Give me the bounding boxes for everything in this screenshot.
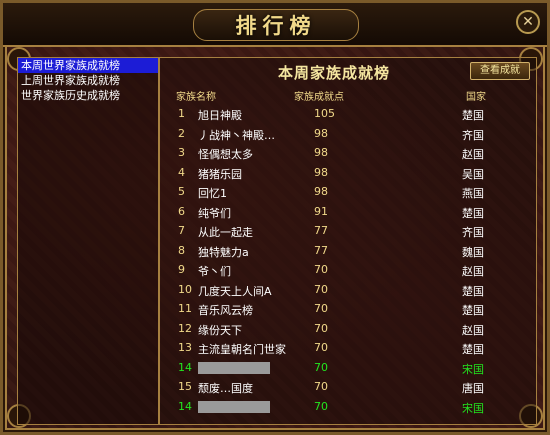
points-cell: 70: [314, 302, 328, 315]
country-cell: 楚国: [462, 109, 484, 122]
country-cell: 吴国: [462, 167, 484, 181]
family-name-cell: 独特魅力a: [198, 245, 249, 259]
rank-cell: 4: [178, 165, 185, 179]
window-title: 排行榜: [235, 14, 317, 38]
rank-cell: 7: [178, 224, 185, 237]
rank-cell: 15: [178, 380, 192, 393]
country-cell: 齐国: [462, 226, 484, 239]
panel-title: 本周家族成就榜: [278, 64, 391, 82]
family-name-cell: 怪偶想太多: [198, 148, 253, 161]
table-row[interactable]: 8 独特魅力a 77 魏国: [160, 242, 536, 261]
family-name-cell: 猪猪乐园: [198, 167, 242, 181]
points-cell: 70: [314, 263, 328, 276]
header-achievement-points: 家族成就点: [294, 92, 344, 103]
ranking-list-nav: 本周世界家族成就榜 上周世界家族成就榜 世界家族历史成就榜: [17, 57, 159, 425]
nav-item-last-week[interactable]: 上周世界家族成就榜: [18, 73, 158, 88]
points-cell: 77: [314, 243, 328, 257]
table-row[interactable]: 12 缘份天下 70 赵国: [160, 320, 536, 339]
family-name-cell: 缘份天下: [198, 323, 242, 337]
rank-cell: 12: [178, 321, 192, 335]
country-cell: 宋国: [462, 401, 484, 415]
country-cell: 楚国: [462, 284, 484, 298]
view-achievements-button[interactable]: 查看成就: [470, 62, 530, 80]
country-cell: 楚国: [462, 206, 484, 220]
table-row[interactable]: 4 猪猪乐园 98 吴国: [160, 164, 536, 183]
rank-cell: 1: [178, 107, 185, 120]
title-bar: 排行榜 ✕: [3, 3, 547, 47]
rank-cell: 11: [178, 302, 192, 315]
table-row[interactable]: 1 旭日神殿 105 楚国: [160, 105, 536, 124]
family-name-cell: 回忆1: [198, 187, 227, 200]
table-row[interactable]: 14 70 宋国: [160, 398, 536, 417]
points-cell: 70: [314, 360, 328, 374]
table-row[interactable]: 3 怪偶想太多 98 赵国: [160, 144, 536, 163]
family-name-cell: 纯爷们: [198, 206, 231, 220]
country-cell: 赵国: [462, 265, 484, 278]
points-cell: 91: [314, 204, 328, 218]
points-cell: 98: [314, 126, 328, 140]
nav-item-this-week[interactable]: 本周世界家族成就榜: [18, 58, 158, 73]
family-name-cell: 从此一起走: [198, 226, 253, 239]
country-cell: 燕国: [462, 187, 484, 200]
country-cell: 楚国: [462, 343, 484, 356]
header-country: 国家: [466, 92, 486, 103]
family-name-cell: 几度天上人间A: [198, 284, 272, 298]
table-row[interactable]: 11 音乐风云榜 70 楚国: [160, 300, 536, 319]
rank-cell: 14: [178, 399, 192, 413]
family-name-cell: 音乐风云榜: [198, 304, 253, 317]
rank-cell: 13: [178, 341, 192, 354]
country-cell: 魏国: [462, 245, 484, 259]
points-cell: 70: [314, 399, 328, 413]
rank-cell: 14: [178, 360, 192, 374]
header-family-name: 家族名称: [176, 92, 216, 103]
points-cell: 98: [314, 165, 328, 179]
title-plate: 排行榜: [193, 9, 359, 41]
redacted-name-block: [198, 400, 270, 413]
rank-cell: 5: [178, 185, 185, 198]
family-name-cell: 旭日神殿: [198, 109, 242, 122]
table-row[interactable]: 14 70 宋国: [160, 359, 536, 378]
ranking-panel: 本周家族成就榜 查看成就 家族名称 家族成就点 国家 1 旭日神殿 105 楚国 2 丿战…: [159, 57, 537, 425]
country-cell: 唐国: [462, 382, 484, 395]
points-cell: 98: [314, 185, 328, 198]
family-name-cell: 颓废…国度: [198, 382, 253, 395]
points-cell: 98: [314, 146, 328, 159]
close-icon: ✕: [522, 14, 534, 30]
country-cell: 宋国: [462, 362, 484, 376]
points-cell: 77: [314, 224, 328, 237]
country-cell: 赵国: [462, 323, 484, 337]
redacted-name-block: [198, 361, 270, 374]
table-row[interactable]: 9 爷丶们 70 赵国: [160, 261, 536, 280]
table-row[interactable]: 15 颓废…国度 70 唐国: [160, 378, 536, 397]
rank-cell: 2: [178, 126, 185, 140]
rank-cell: 3: [178, 146, 185, 159]
rank-cell: 6: [178, 204, 185, 218]
points-cell: 70: [314, 321, 328, 335]
ranking-window: 排行榜 ✕ 本周世界家族成就榜 上周世界家族成就榜 世界家族历史成就榜 本周家族…: [0, 0, 550, 435]
family-name-cell: 爷丶们: [198, 265, 231, 278]
points-cell: 70: [314, 282, 328, 296]
table-row[interactable]: 7 从此一起走 77 齐国: [160, 222, 536, 241]
points-cell: 70: [314, 341, 328, 354]
points-cell: 70: [314, 380, 328, 393]
country-cell: 楚国: [462, 304, 484, 317]
table-row[interactable]: 13 主流皇朝名门世家 70 楚国: [160, 339, 536, 358]
rank-cell: 10: [178, 282, 192, 296]
rank-cell: 9: [178, 263, 185, 276]
family-name-cell: 丿战神丶神殿…: [198, 128, 275, 142]
rank-cell: 8: [178, 243, 185, 257]
close-button[interactable]: ✕: [516, 10, 540, 34]
country-cell: 赵国: [462, 148, 484, 161]
family-name-cell: 主流皇朝名门世家: [198, 343, 286, 356]
nav-item-history[interactable]: 世界家族历史成就榜: [18, 88, 158, 103]
table-row[interactable]: 6 纯爷们 91 楚国: [160, 203, 536, 222]
points-cell: 105: [314, 107, 335, 120]
table-row[interactable]: 2 丿战神丶神殿… 98 齐国: [160, 125, 536, 144]
country-cell: 齐国: [462, 128, 484, 142]
table-row[interactable]: 10 几度天上人间A 70 楚国: [160, 281, 536, 300]
table-row[interactable]: 5 回忆1 98 燕国: [160, 183, 536, 202]
